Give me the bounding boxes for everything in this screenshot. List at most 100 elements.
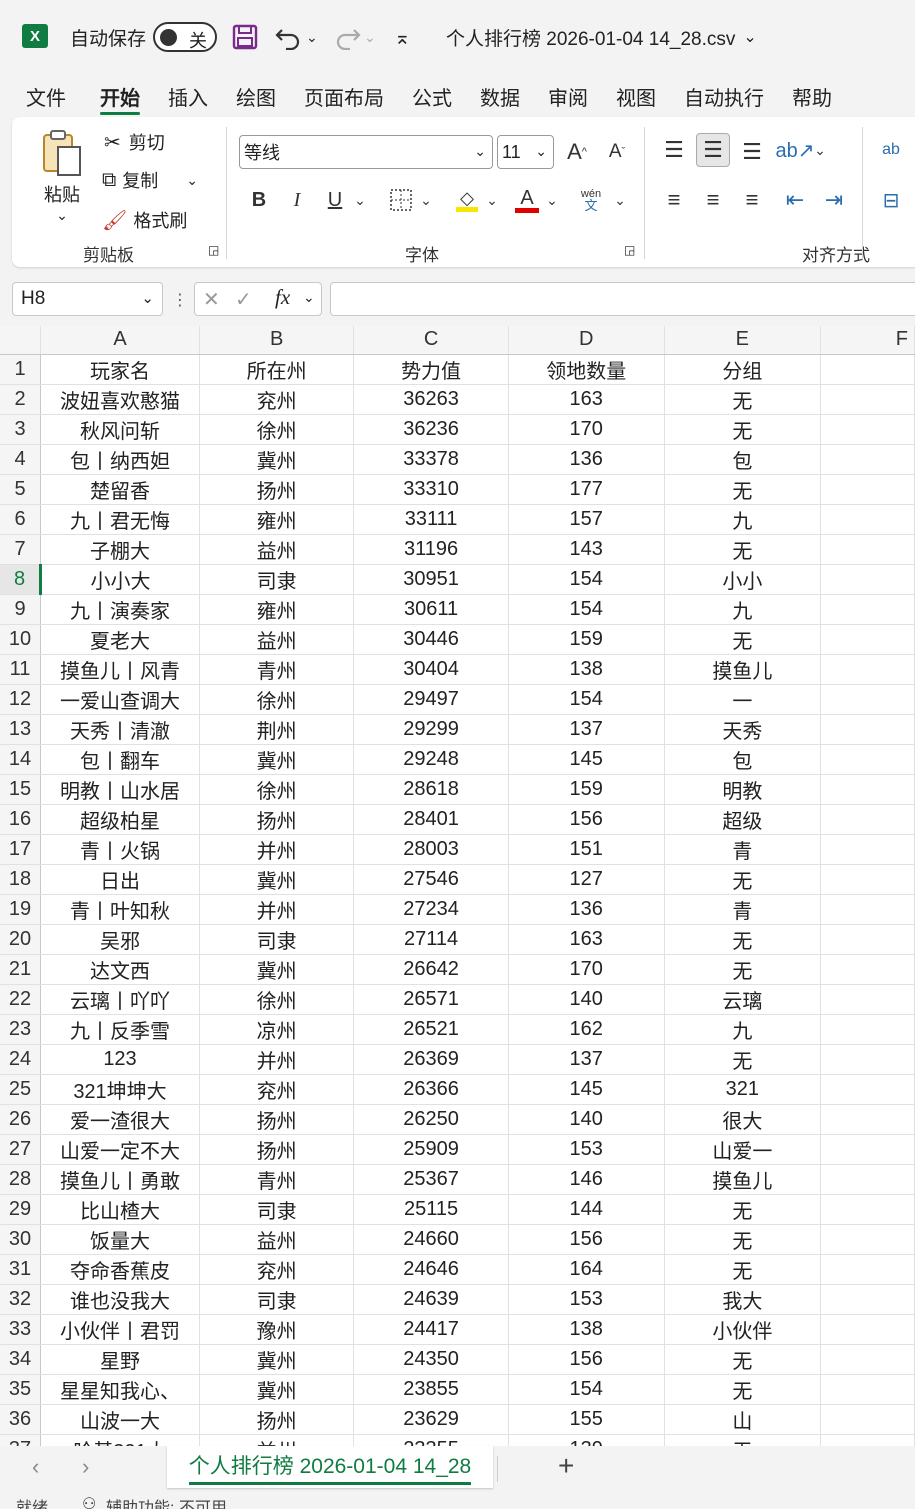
cell[interactable]: 益州 <box>199 534 355 565</box>
tab-file[interactable]: 文件 <box>26 82 66 111</box>
row-header[interactable]: 17 <box>0 834 42 865</box>
cell[interactable]: 27114 <box>353 924 509 955</box>
cell[interactable]: 徐州 <box>199 984 355 1015</box>
font-color-icon[interactable]: A <box>510 183 544 217</box>
cell[interactable]: 势力值 <box>353 354 509 385</box>
cell[interactable]: 摸鱼儿丨勇敢 <box>40 1164 200 1195</box>
cell[interactable]: 159 <box>508 624 665 655</box>
font-launcher-icon[interactable]: ◲ <box>624 243 635 257</box>
italic-button[interactable]: I <box>280 183 314 217</box>
cell[interactable]: 徐州 <box>199 774 355 805</box>
cell[interactable] <box>820 624 915 655</box>
cell[interactable]: 24417 <box>353 1314 509 1345</box>
cell[interactable]: 超级柏星 <box>40 804 200 835</box>
cell[interactable]: 一爱山查调大 <box>40 684 200 715</box>
cell[interactable] <box>820 414 915 445</box>
cell[interactable]: 小伙伴 <box>664 1314 822 1345</box>
cell[interactable]: 一 <box>664 684 822 715</box>
row-header[interactable]: 3 <box>0 414 42 445</box>
row-header[interactable]: 36 <box>0 1404 42 1435</box>
paste-dropdown-icon[interactable]: ⌄ <box>56 207 68 224</box>
cell[interactable]: 23855 <box>353 1374 509 1405</box>
cell[interactable]: 25367 <box>353 1164 509 1195</box>
cell[interactable]: 29248 <box>353 744 509 775</box>
cell[interactable]: 楚留香 <box>40 474 200 505</box>
cell[interactable] <box>820 1164 915 1195</box>
cell[interactable]: 140 <box>508 984 665 1015</box>
row-header[interactable]: 13 <box>0 714 42 745</box>
cell[interactable]: 25115 <box>353 1194 509 1225</box>
cell[interactable]: 益州 <box>199 1434 355 1446</box>
cell[interactable]: 达文西 <box>40 954 200 985</box>
paste-button[interactable]: 粘贴 ⌄ <box>40 129 84 224</box>
undo-dropdown-icon[interactable]: ⌄ <box>306 29 318 46</box>
cell[interactable]: 29299 <box>353 714 509 745</box>
cell[interactable] <box>820 1074 915 1105</box>
cell[interactable]: 兖州 <box>199 1254 355 1285</box>
cell[interactable]: 凉州 <box>199 1014 355 1045</box>
cell[interactable]: 爱一渣很大 <box>40 1104 200 1135</box>
font-name-select[interactable]: 等线 ⌄ <box>239 135 493 169</box>
cell[interactable]: 扬州 <box>199 804 355 835</box>
accessibility-icon[interactable]: ⚇ <box>82 1494 96 1509</box>
cell[interactable]: 无 <box>664 384 822 415</box>
cell[interactable] <box>820 1014 915 1045</box>
font-size-select[interactable]: 11 ⌄ <box>497 135 554 169</box>
cell[interactable]: 163 <box>508 924 665 955</box>
row-header[interactable]: 34 <box>0 1344 42 1375</box>
cell[interactable] <box>820 1254 915 1285</box>
cell[interactable] <box>820 474 915 505</box>
row-header[interactable]: 8 <box>0 564 43 595</box>
cell[interactable]: 冀州 <box>199 864 355 895</box>
row-header[interactable]: 19 <box>0 894 42 925</box>
cell[interactable] <box>820 1434 915 1446</box>
row-header[interactable]: 32 <box>0 1284 42 1315</box>
cell[interactable]: 27234 <box>353 894 509 925</box>
cell[interactable] <box>820 894 915 925</box>
cell[interactable]: 137 <box>508 1044 665 1075</box>
cell[interactable]: 吴邪 <box>40 924 200 955</box>
cell[interactable]: 兖州 <box>199 384 355 415</box>
cell[interactable]: 138 <box>508 654 665 685</box>
scroll-left-icon[interactable]: ‹ <box>32 1454 39 1480</box>
column-header-b[interactable]: B <box>199 326 355 355</box>
cell[interactable]: 扬州 <box>199 474 355 505</box>
merge-center-icon[interactable]: ⊟ <box>874 183 908 217</box>
tab-home[interactable]: 开始 <box>100 82 140 115</box>
decrease-indent-icon[interactable]: ⇤ <box>778 183 812 217</box>
cell[interactable]: 山爱一定不大 <box>40 1134 200 1165</box>
chevron-down-icon[interactable]: ⌄ <box>141 289 154 307</box>
cell[interactable]: 151 <box>508 834 665 865</box>
cell[interactable]: 饭量大 <box>40 1224 200 1255</box>
cut-button[interactable]: ✂ 剪切 <box>104 129 165 155</box>
cell[interactable]: 153 <box>508 1284 665 1315</box>
cell[interactable] <box>820 354 915 385</box>
cell[interactable]: 146 <box>508 1164 665 1195</box>
cell[interactable]: 30951 <box>353 564 509 595</box>
row-header[interactable]: 1 <box>0 354 42 385</box>
cell[interactable]: 九 <box>664 1014 822 1045</box>
cell[interactable] <box>820 984 915 1015</box>
cell[interactable]: 321坤坤大 <box>40 1074 200 1105</box>
cell[interactable]: 冀州 <box>199 954 355 985</box>
cell[interactable]: 星星知我心、 <box>40 1374 200 1405</box>
cell[interactable]: 司隶 <box>199 1284 355 1315</box>
cell[interactable]: 司隶 <box>199 924 355 955</box>
row-header[interactable]: 15 <box>0 774 42 805</box>
cell[interactable]: 九 <box>664 594 822 625</box>
cell[interactable]: 36263 <box>353 384 509 415</box>
cell[interactable]: 156 <box>508 1344 665 1375</box>
wrap-text-icon[interactable]: ab <box>874 133 908 167</box>
row-header[interactable]: 2 <box>0 384 42 415</box>
accessibility-status[interactable]: 辅助功能: 不可用 <box>106 1494 227 1509</box>
save-icon[interactable] <box>232 22 258 52</box>
cell[interactable]: 无 <box>664 414 822 445</box>
cell[interactable]: 云璃丨吖吖 <box>40 984 200 1015</box>
cell[interactable]: 26521 <box>353 1014 509 1045</box>
cell[interactable]: 摸鱼儿 <box>664 654 822 685</box>
cell[interactable]: 155 <box>508 1404 665 1435</box>
align-middle-icon[interactable]: ☰ <box>696 133 730 167</box>
cell[interactable] <box>820 444 915 475</box>
cell[interactable]: 29497 <box>353 684 509 715</box>
row-header[interactable]: 37 <box>0 1434 42 1446</box>
